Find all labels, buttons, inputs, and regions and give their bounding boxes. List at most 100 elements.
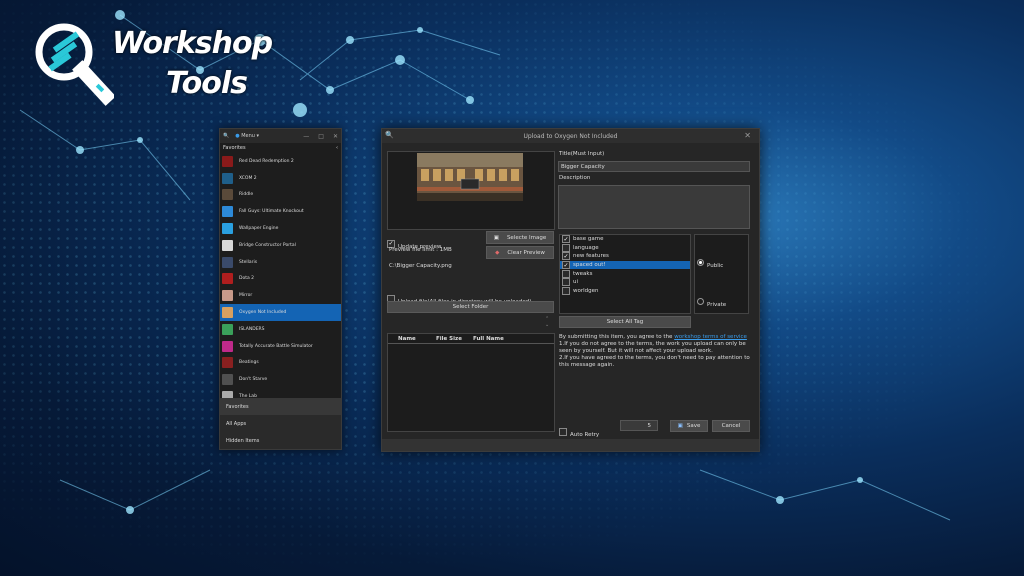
- private-radio[interactable]: [697, 298, 704, 305]
- game-icon: [222, 206, 233, 217]
- logo-text-line2: Tools: [166, 66, 247, 101]
- cancel-button[interactable]: Cancel: [712, 420, 750, 432]
- image-icon: ▣: [494, 235, 499, 241]
- terms-link[interactable]: workshop terms of service: [674, 334, 747, 340]
- menu-label: Menu: [241, 133, 255, 139]
- column-name[interactable]: Name: [398, 336, 436, 342]
- private-radio-row[interactable]: Private: [697, 291, 726, 310]
- game-icon: [222, 324, 233, 335]
- wrench-icon: [34, 22, 114, 106]
- game-name: Fall Guys: Ultimate Knockout: [239, 209, 304, 214]
- dialog-title: Upload to Oxygen Not Included: [524, 133, 618, 140]
- tag-checkbox[interactable]: [562, 287, 570, 295]
- game-list-item[interactable]: Red Dead Redemption 2: [220, 153, 341, 170]
- terms-prefix: By submitting this item, you agree to th…: [559, 334, 674, 340]
- game-list-item[interactable]: Fall Guys: Ultimate Knockout: [220, 203, 341, 220]
- description-textarea[interactable]: [558, 185, 750, 229]
- nav-all-apps[interactable]: All Apps: [220, 415, 341, 432]
- public-radio-row[interactable]: Public: [697, 252, 723, 271]
- select-folder-button[interactable]: Select Folder: [387, 301, 554, 313]
- title-input[interactable]: Bigger Capacity: [558, 161, 750, 172]
- tag-label: spaced out!: [573, 262, 606, 268]
- game-list-item[interactable]: Beatings: [220, 355, 341, 372]
- app-list-titlebar: 🔍 ● Menu ▾ — □ ✕: [220, 129, 341, 143]
- game-list-item[interactable]: Bridge Constructor Portal: [220, 237, 341, 254]
- logo-text-line1: Workshop: [112, 26, 272, 61]
- workshop-tools-logo: Workshop Tools: [34, 22, 234, 112]
- auto-retry-row[interactable]: Auto Retry: [559, 421, 599, 440]
- game-icon: [222, 357, 233, 368]
- game-list-item[interactable]: Totally Accurate Battle Simulator: [220, 338, 341, 355]
- tag-label: new features: [573, 253, 609, 259]
- file-table-header: Name File Size Full Name: [388, 334, 554, 344]
- retry-count-spinner[interactable]: 5: [620, 420, 658, 431]
- tag-item[interactable]: ui: [560, 278, 690, 287]
- public-radio[interactable]: [697, 259, 704, 266]
- select-all-tag-button[interactable]: Select All Tag: [559, 316, 691, 328]
- game-list-item[interactable]: Don't Starve: [220, 371, 341, 388]
- visibility-group: Public Private: [694, 234, 749, 314]
- collapse-icon[interactable]: ‹: [336, 145, 338, 151]
- game-list-item[interactable]: Riddle: [220, 187, 341, 204]
- save-icon: ▣: [678, 423, 683, 429]
- game-list-item[interactable]: Oxygen Not Included: [220, 304, 341, 321]
- select-image-label: Selecte Image: [507, 235, 546, 241]
- game-name: Dota 2: [239, 276, 254, 281]
- game-list: Red Dead Redemption 2XCOM 2 Riddle Fall Gu…: [220, 153, 341, 405]
- terms-text: By submitting this item, you agree to th…: [559, 334, 754, 369]
- tag-checkbox[interactable]: [562, 270, 570, 278]
- preview-image: [417, 153, 523, 201]
- tag-item[interactable]: ✓new features: [560, 252, 690, 261]
- game-list-item[interactable]: Stellaris: [220, 254, 341, 271]
- tag-item[interactable]: ✓spaced out!: [560, 261, 690, 270]
- game-name: Beatings: [239, 360, 259, 365]
- game-list-item[interactable]: Wallpaper Engine: [220, 220, 341, 237]
- search-icon[interactable]: 🔍: [223, 133, 229, 139]
- auto-retry-checkbox[interactable]: [559, 428, 567, 436]
- close-icon[interactable]: ✕: [333, 133, 338, 140]
- tag-item[interactable]: ✓base game: [560, 235, 690, 244]
- clear-preview-button[interactable]: ◆ Clear Preview: [486, 246, 554, 259]
- tag-checkbox[interactable]: ✓: [562, 252, 570, 260]
- game-name: Bridge Constructor Portal: [239, 243, 296, 248]
- file-table: Name File Size Full Name: [387, 333, 555, 432]
- minimize-icon[interactable]: —: [303, 133, 309, 140]
- clear-preview-label: Clear Preview: [507, 250, 545, 256]
- eraser-icon: ◆: [495, 250, 499, 256]
- tag-checkbox[interactable]: ✓: [562, 261, 570, 269]
- game-name: Stellaris: [239, 260, 257, 265]
- nav-favorites[interactable]: Favorites: [220, 398, 341, 415]
- tag-item[interactable]: language: [560, 244, 690, 253]
- column-full-name[interactable]: Full Name: [473, 336, 513, 342]
- game-icon: [222, 290, 233, 301]
- globe-icon: ●: [235, 133, 239, 139]
- tag-checkbox[interactable]: ✓: [562, 235, 570, 243]
- game-icon: [222, 173, 233, 184]
- game-name: Mirror: [239, 293, 252, 298]
- close-icon[interactable]: ✕: [744, 131, 751, 140]
- tag-checkbox[interactable]: [562, 244, 570, 252]
- tag-item[interactable]: tweaks: [560, 269, 690, 278]
- game-list-item[interactable]: ISLANDERS: [220, 321, 341, 338]
- game-icon: [222, 240, 233, 251]
- game-name: Riddle: [239, 192, 253, 197]
- column-file-size[interactable]: File Size: [436, 336, 473, 342]
- game-list-item[interactable]: Dota 2: [220, 271, 341, 288]
- game-name: Totally Accurate Battle Simulator: [239, 344, 313, 349]
- save-button[interactable]: ▣Save: [670, 420, 708, 432]
- preview-path: C:\Bigger Capacity.png: [389, 263, 452, 269]
- menu-button[interactable]: ● Menu ▾: [235, 133, 259, 139]
- retry-count-value: 5: [648, 423, 652, 429]
- favorites-header: Favorites ‹: [220, 143, 341, 153]
- tag-checkbox[interactable]: [562, 278, 570, 286]
- nav-hidden-items[interactable]: Hidden Items: [220, 432, 341, 449]
- game-list-item[interactable]: Mirror: [220, 287, 341, 304]
- game-list-item[interactable]: XCOM 2: [220, 170, 341, 187]
- app-list-window: 🔍 ● Menu ▾ — □ ✕ Favorites ‹ Red Dead Re…: [219, 128, 342, 450]
- select-image-button[interactable]: ▣ Selecte Image: [486, 231, 554, 244]
- scroll-arrows[interactable]: ⌃⌄: [545, 316, 549, 328]
- tag-item[interactable]: worldgen: [560, 287, 690, 296]
- game-icon: [222, 374, 233, 385]
- maximize-icon[interactable]: □: [318, 133, 324, 140]
- game-icon: [222, 189, 233, 200]
